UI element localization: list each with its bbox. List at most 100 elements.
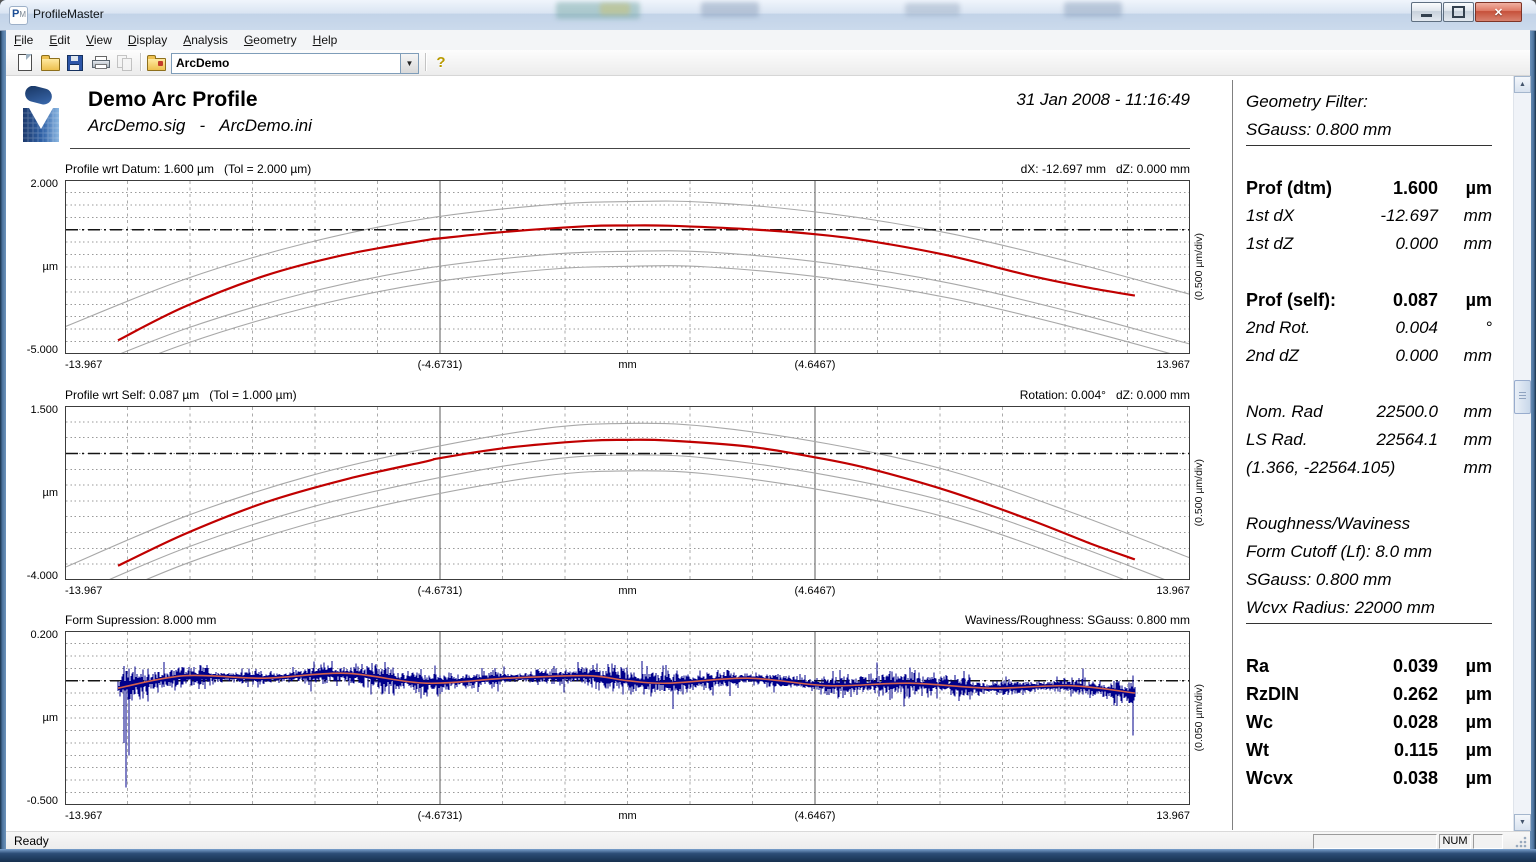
panel-rule	[1246, 623, 1492, 624]
panel-unit: °	[1485, 318, 1492, 337]
panel-label: 1st dX	[1246, 206, 1295, 225]
panel-row: 1st dZ 0.000 mm	[1246, 230, 1496, 258]
panel-value: -12.697	[1380, 206, 1438, 225]
panel-value: 0.000	[1395, 346, 1438, 365]
status-num-indicator: NUM	[1439, 834, 1471, 849]
toolbar-separator	[140, 53, 141, 71]
panel-row: Wc 0.028 µm	[1246, 708, 1496, 736]
panel-rule	[1246, 145, 1492, 146]
page-subtitle: ArcDemo.sig - ArcDemo.ini	[88, 116, 312, 135]
title-bar[interactable]: PM ProfileMaster ✕	[0, 0, 1536, 31]
x-tick-max: 13.967	[1156, 810, 1190, 822]
panel-row: Wcvx 0.038 µm	[1246, 764, 1496, 792]
menu-geometry[interactable]: Geometry	[236, 30, 305, 49]
scroll-down-button[interactable]: ▼	[1514, 814, 1531, 831]
chart-title-left: Form Supression: 8.000 mm	[65, 613, 217, 627]
chevron-down-icon[interactable]: ▼	[400, 54, 418, 73]
panel-row: (1.366, -22564.105) mm	[1246, 454, 1496, 482]
panel-value: 22500.0	[1376, 402, 1438, 421]
panel-section: Geometry Filter: SGauss: 0.800 mm	[1246, 88, 1496, 146]
maximize-icon	[1452, 6, 1465, 18]
tolerance-band-curve	[65, 200, 1190, 328]
panel-unit: µm	[1465, 290, 1492, 310]
panel-row: Roughness/Waviness	[1246, 510, 1496, 538]
menu-help[interactable]: Help	[305, 30, 346, 49]
x-tick-right-marker: (4.6467)	[794, 585, 836, 597]
glass-artifact	[905, 3, 960, 16]
x-tick-min: -13.967	[65, 585, 103, 597]
panel-row: Nom. Rad 22500.0 mm	[1246, 398, 1496, 426]
x-tick-right-marker: (4.6467)	[794, 810, 836, 822]
app-icon[interactable]: PM	[9, 6, 28, 25]
y-axis-unit-label: µm	[42, 261, 58, 273]
minimize-button[interactable]	[1411, 2, 1442, 22]
chart-grid	[66, 181, 1189, 353]
chart-title-left: Profile wrt Datum: 1.600 µm (Tol = 2.000…	[65, 162, 312, 176]
new-icon[interactable]	[14, 52, 36, 73]
window-title: ProfileMaster	[33, 7, 104, 21]
panel-section: Prof (dtm) 1.600 µm 1st dX -12.697 mm 1st dZ 0.…	[1246, 174, 1496, 258]
copy-icon[interactable]	[114, 52, 136, 73]
glass-artifact	[600, 3, 630, 15]
close-button[interactable]: ✕	[1475, 2, 1522, 22]
y-div-label-text: (0.500 µm/div)	[1193, 233, 1205, 301]
status-segment	[1313, 834, 1437, 849]
panel-value: 0.087	[1392, 290, 1438, 310]
resize-grip[interactable]	[1513, 834, 1528, 849]
panel-unit: mm	[1463, 206, 1492, 225]
document-combobox[interactable]: ArcDemo ▼	[171, 53, 419, 74]
panel-unit: mm	[1463, 234, 1492, 253]
arrow-up-icon: ▲	[1519, 81, 1526, 88]
y-axis-max-label: 1.500	[30, 404, 58, 416]
y-div-label: (0.050 µm/div)	[1192, 631, 1206, 805]
panel-label: Wt	[1246, 740, 1269, 760]
panel-section: Ra 0.039 µm RzDIN 0.262 µm Wc 0.028 µm Wt 0.115 µm W…	[1246, 652, 1496, 792]
menu-bar: File Edit View Display Analysis Geometry Help	[6, 30, 1530, 51]
menu-view[interactable]: View	[78, 30, 120, 49]
results-panel: Geometry Filter: SGauss: 0.800 mm Prof (dt…	[1246, 88, 1496, 792]
scroll-up-button[interactable]: ▲	[1514, 76, 1531, 93]
menu-edit[interactable]: Edit	[41, 30, 78, 49]
save-icon[interactable]	[64, 52, 86, 73]
panel-row: RzDIN 0.262 µm	[1246, 680, 1496, 708]
open-icon[interactable]	[39, 52, 61, 73]
panel-value: 22564.1	[1376, 430, 1438, 449]
y-axis-max-label: 0.200	[30, 629, 58, 641]
panel-section: Roughness/Waviness Form Cutoff (Lf): 8.0 …	[1246, 510, 1496, 624]
status-segment	[1473, 834, 1503, 849]
y-axis-min-label: -4.000	[26, 570, 58, 582]
panel-row: Wt 0.115 µm	[1246, 736, 1496, 764]
panel-label: Wcvx	[1246, 768, 1294, 788]
menu-display[interactable]: Display	[120, 30, 175, 49]
header-rule	[70, 148, 1190, 149]
toolbar-separator	[425, 53, 426, 71]
x-axis-unit-label: mm	[618, 359, 637, 371]
chart-grid	[66, 407, 1189, 579]
panel-section: Nom. Rad 22500.0 mm LS Rad. 22564.1 mm (1.366,…	[1246, 398, 1496, 482]
panel-value: 1.600	[1392, 178, 1438, 198]
menu-file[interactable]: File	[6, 30, 41, 49]
chart-plot-area	[65, 631, 1190, 805]
panel-label: LS Rad.	[1246, 430, 1308, 449]
print-icon[interactable]	[89, 52, 111, 73]
help-icon[interactable]: ?	[430, 52, 452, 73]
panel-unit: mm	[1463, 346, 1492, 365]
chart-grid	[66, 632, 1189, 804]
glass-artifact	[701, 2, 759, 17]
x-tick-min: -13.967	[65, 810, 103, 822]
status-bar: Ready NUM	[6, 831, 1530, 850]
vertical-scrollbar[interactable]: ▲ ▼	[1513, 76, 1531, 831]
panel-value: 0.262	[1392, 684, 1438, 704]
document-view: Demo Arc Profile ArcDemo.sig - ArcDemo.i…	[6, 76, 1513, 831]
panel-label: 2nd Rot.	[1246, 318, 1311, 337]
panel-row: SGauss: 0.800 mm	[1246, 116, 1496, 144]
menu-analysis[interactable]: Analysis	[175, 30, 236, 49]
chart-plot-area	[65, 180, 1190, 354]
maximize-button[interactable]	[1443, 2, 1474, 22]
close-icon: ✕	[1493, 6, 1504, 19]
scrollbar-thumb[interactable]	[1514, 380, 1531, 414]
config-folder-icon[interactable]	[145, 52, 167, 73]
panel-label: Wcvx Radius: 22000 mm	[1246, 598, 1435, 617]
panel-unit: mm	[1463, 458, 1492, 477]
panel-label: Geometry Filter:	[1246, 92, 1368, 111]
